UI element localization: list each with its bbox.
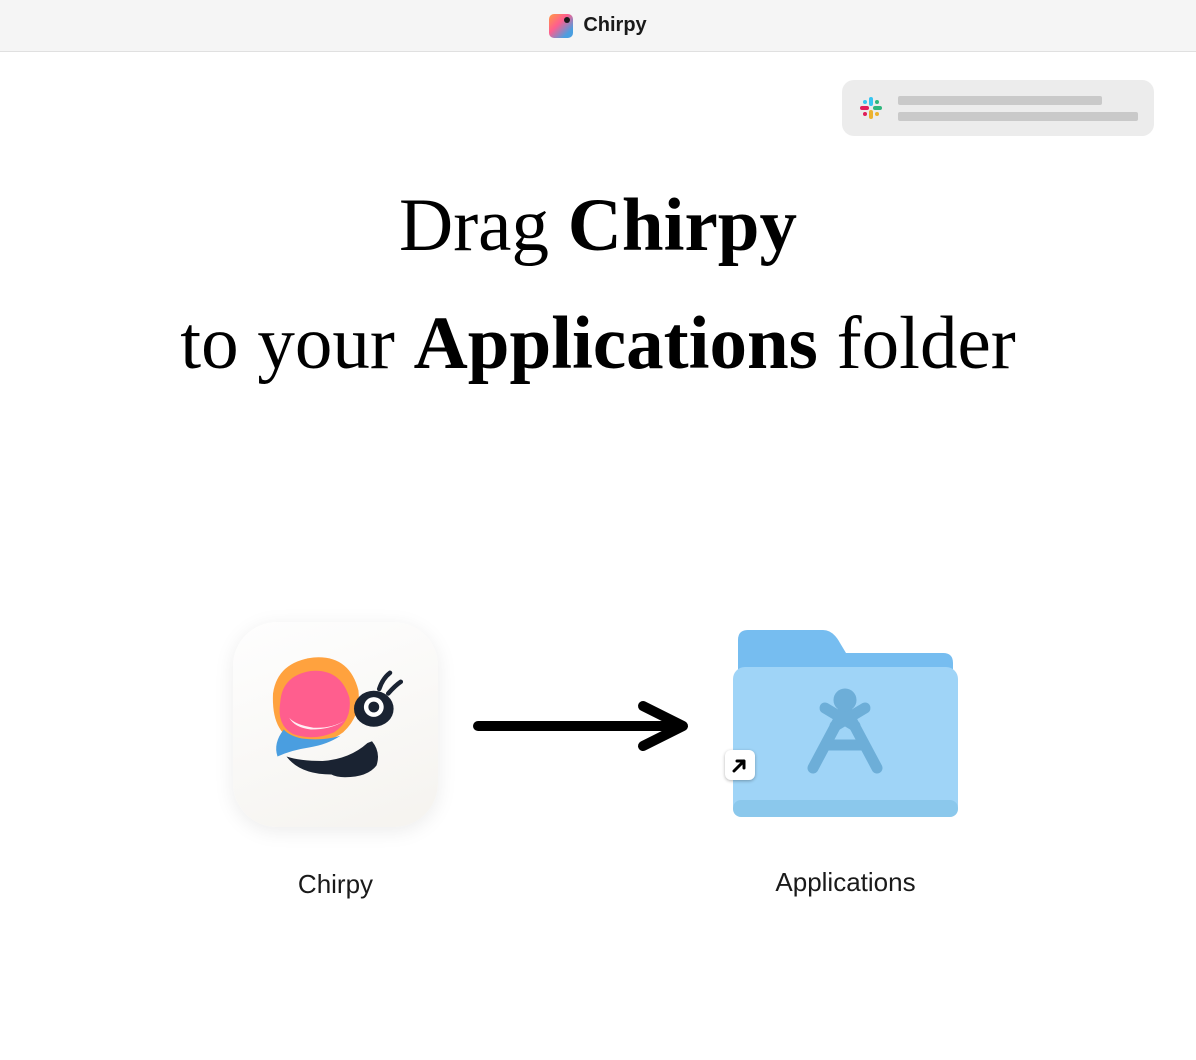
notification-text-placeholder: [898, 96, 1102, 105]
instruction-text: Drag Chirpy to your Applications folder: [0, 177, 1196, 392]
instruction-line-1: Drag Chirpy: [0, 177, 1196, 275]
slack-icon: [858, 95, 884, 121]
chirpy-app-item[interactable]: Chirpy: [233, 622, 438, 900]
chirpy-app-label: Chirpy: [298, 869, 373, 900]
shortcut-arrow-icon: [725, 750, 755, 780]
window-titlebar: Chirpy: [0, 0, 1196, 52]
instruction-line-2: to your Applications folder: [0, 295, 1196, 393]
chirpy-app-icon-small: [549, 14, 573, 38]
window-title: Chirpy: [583, 14, 646, 37]
arrow-right-icon: [468, 696, 698, 756]
notification-content: [898, 96, 1138, 121]
notification-toast[interactable]: [842, 80, 1154, 136]
notification-text-placeholder: [898, 112, 1138, 121]
instruction-text-part: folder: [818, 302, 1016, 385]
instruction-text-part: to your: [180, 302, 413, 385]
applications-folder-icon: [728, 625, 963, 825]
applications-folder-label: Applications: [775, 867, 915, 898]
applications-folder-item[interactable]: Applications: [728, 625, 963, 898]
instruction-text-bold: Applications: [414, 302, 818, 385]
drag-arrow: [468, 696, 698, 756]
instruction-text-bold: Chirpy: [568, 184, 797, 267]
drag-install-area: Chirpy: [0, 622, 1196, 900]
chirpy-app-icon: [233, 622, 438, 827]
instruction-text-part: Drag: [399, 184, 568, 267]
